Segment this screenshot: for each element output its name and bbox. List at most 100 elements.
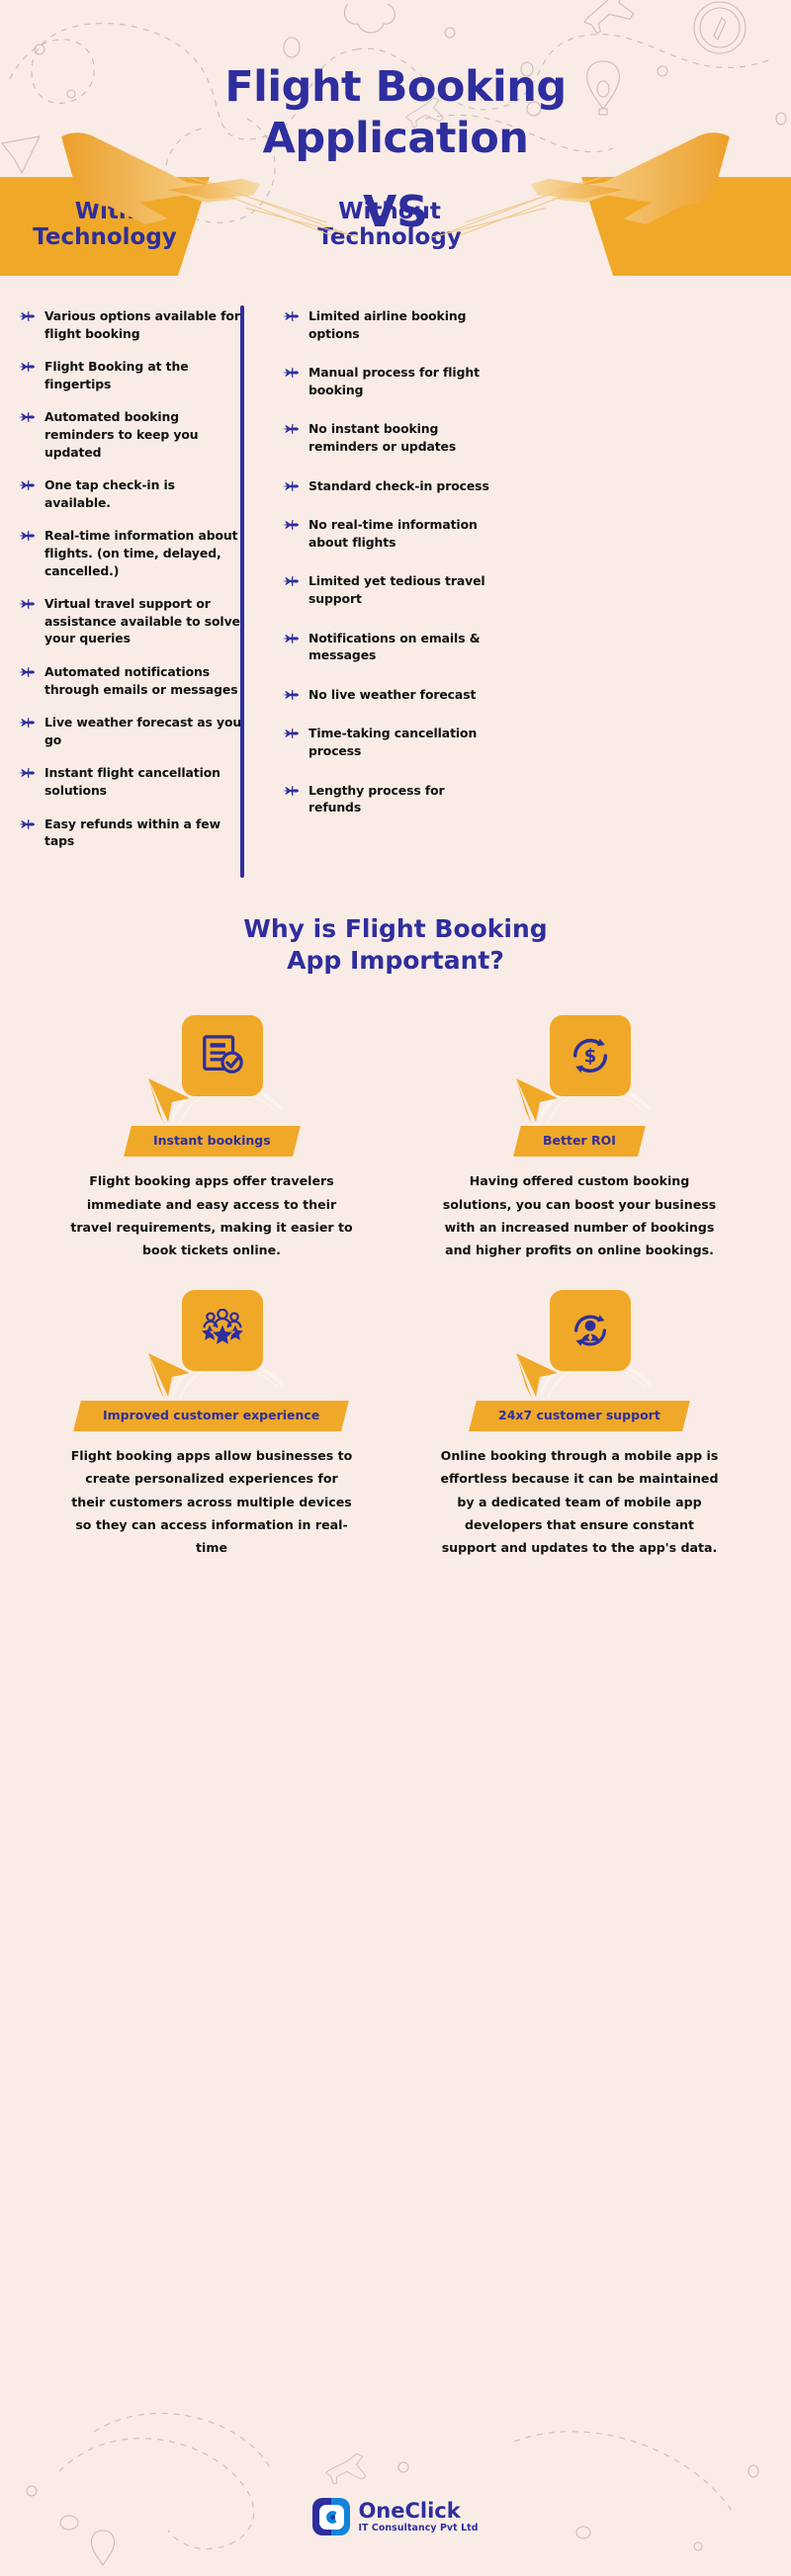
plane-bullet-icon (18, 412, 35, 423)
plane-bullet-icon (282, 576, 299, 587)
card-icon-area (28, 1286, 396, 1405)
page-title: Flight Booking Application (0, 61, 791, 165)
plane-bullet-icon (282, 368, 299, 379)
list-item: Various options available for flight boo… (18, 307, 242, 342)
card-icon-area (396, 1286, 763, 1405)
why-section-title-line2: App Important? (287, 946, 504, 976)
list-item-label: No instant booking reminders or updates (308, 421, 457, 454)
list-item-label: Notifications on emails & messages (308, 630, 481, 663)
card-label-ribbon: Better ROI (513, 1125, 646, 1157)
plane-bullet-icon (282, 689, 299, 700)
comparison-section: Various options available for flight boo… (0, 276, 791, 892)
card-label-ribbon: Instant bookings (123, 1125, 301, 1157)
list-item-label: Limited airline booking options (308, 307, 467, 341)
list-item: Time-taking cancellation process (282, 725, 494, 759)
card-label: Improved customer experience (103, 1407, 320, 1422)
document-check-icon (182, 1014, 263, 1096)
card-body-text: Flight booking apps offer travelers imme… (70, 1173, 353, 1258)
card-icon-area: $ (396, 1011, 763, 1130)
page-title-line1: Flight Booking (224, 62, 567, 112)
plane-bullet-icon (18, 818, 35, 829)
brand-logo[interactable]: OneClick IT Consultancy Pvt Ltd (312, 2498, 478, 2535)
list-item: Limited airline booking options (282, 307, 494, 342)
svg-text:$: $ (584, 1047, 597, 1068)
benefit-card: 24x7 customer support Online booking thro… (396, 1286, 763, 1560)
list-item-label: Standard check-in process (308, 477, 489, 493)
list-item: No instant booking reminders or updates (282, 420, 494, 455)
card-body-text: Having offered custom booking solutions,… (442, 1173, 717, 1258)
list-item: Manual process for flight booking (282, 364, 494, 398)
plane-bullet-icon (282, 310, 299, 321)
logo-c-glyph (326, 2510, 337, 2524)
list-item: Limited yet tedious travel support (282, 572, 494, 607)
card-icon-area (28, 1011, 396, 1130)
list-item: Instant flight cancellation solutions (18, 764, 242, 799)
plane-bullet-icon (282, 424, 299, 435)
plane-bullet-icon (18, 362, 35, 373)
list-item: Easy refunds within a few taps (18, 816, 242, 850)
brand-tagline: IT Consultancy Pvt Ltd (358, 2522, 479, 2533)
card-body-text: Online booking through a mobile app is e… (440, 1448, 719, 1556)
list-item-label: Time-taking cancellation process (308, 726, 478, 759)
why-section-title-line1: Why is Flight Booking (243, 913, 548, 943)
plane-bullet-icon (282, 480, 299, 491)
footer: OneClick IT Consultancy Pvt Ltd (0, 2457, 791, 2576)
support-person-icon (550, 1289, 631, 1371)
list-item-label: Manual process for flight booking (308, 365, 480, 397)
card-label-ribbon: Improved customer experience (73, 1400, 350, 1431)
list-item-label: Live weather forecast as you go (44, 715, 242, 747)
benefit-cards: Instant bookings Flight booking apps offe… (0, 978, 791, 1584)
list-item: One tap check-in is available. (18, 476, 242, 511)
dollar-refresh-icon: $ (550, 1014, 631, 1096)
plane-bullet-icon (282, 633, 299, 644)
card-label: Better ROI (543, 1132, 616, 1148)
list-item-label: No live weather forecast (308, 686, 477, 702)
card-label: Instant bookings (152, 1132, 271, 1148)
header: Flight Booking Application (0, 0, 791, 165)
plane-bullet-icon (282, 785, 299, 796)
card-label: 24x7 customer support (498, 1407, 660, 1422)
without-technology-list: Limited airline booking options Manual pr… (256, 307, 494, 866)
list-item-label: Instant flight cancellation solutions (44, 765, 220, 799)
plane-bullet-icon (18, 666, 35, 678)
list-item: Real-time information about flights. (on… (18, 527, 242, 579)
card-body-text: Flight booking apps allow businesses to … (70, 1448, 353, 1556)
plane-bullet-icon (18, 599, 35, 610)
list-item: No real-time information about flights (282, 516, 494, 551)
list-item: Virtual travel support or assistance ava… (18, 595, 242, 647)
list-item: Standard check-in process (282, 477, 494, 495)
list-item-label: No real-time information about flights (308, 517, 478, 550)
list-item: Notifications on emails & messages (282, 630, 494, 664)
page-title-line2: Application (262, 114, 529, 164)
with-technology-list: Various options available for flight boo… (18, 307, 256, 866)
list-item-label: Various options available for flight boo… (44, 307, 240, 341)
card-label-ribbon: 24x7 customer support (469, 1400, 690, 1431)
benefit-card: Instant bookings Flight booking apps offe… (28, 1011, 396, 1262)
list-item-label: Limited yet tedious travel support (308, 573, 485, 606)
column-divider (240, 304, 244, 878)
list-item-label: Flight Booking at the fingertips (44, 359, 189, 391)
list-item-label: Automated notifications through emails o… (44, 664, 238, 697)
list-item-label: Virtual travel support or assistance ava… (44, 596, 240, 646)
benefit-card: $ Better ROI Having offered custom booking… (396, 1011, 763, 1262)
list-item-label: Real-time information about flights. (on… (44, 528, 238, 578)
list-item: Automated notifications through emails o… (18, 663, 242, 698)
list-item-label: Lengthy process for refunds (308, 782, 445, 816)
list-item-label: Automated booking reminders to keep you … (44, 409, 199, 460)
why-section-title: Why is Flight Booking App Important? (0, 913, 791, 978)
plane-bullet-icon (18, 310, 35, 321)
list-item: Automated booking reminders to keep you … (18, 408, 242, 461)
plane-bullet-icon (282, 520, 299, 531)
benefit-card: Improved customer experience Flight booki… (28, 1286, 396, 1560)
brand-name: OneClick (358, 2498, 461, 2523)
list-item: Live weather forecast as you go (18, 714, 242, 748)
infographic-page: Flight Booking Application With Technolo… (0, 0, 791, 2576)
plane-bullet-icon (282, 729, 299, 739)
plane-bullet-icon (18, 531, 35, 542)
plane-bullet-icon (18, 480, 35, 491)
plane-bullet-icon (18, 768, 35, 779)
list-item-label: Easy refunds within a few taps (44, 816, 220, 849)
plane-bullet-icon (18, 718, 35, 729)
people-stars-icon (182, 1289, 263, 1371)
list-item: Lengthy process for refunds (282, 782, 494, 816)
